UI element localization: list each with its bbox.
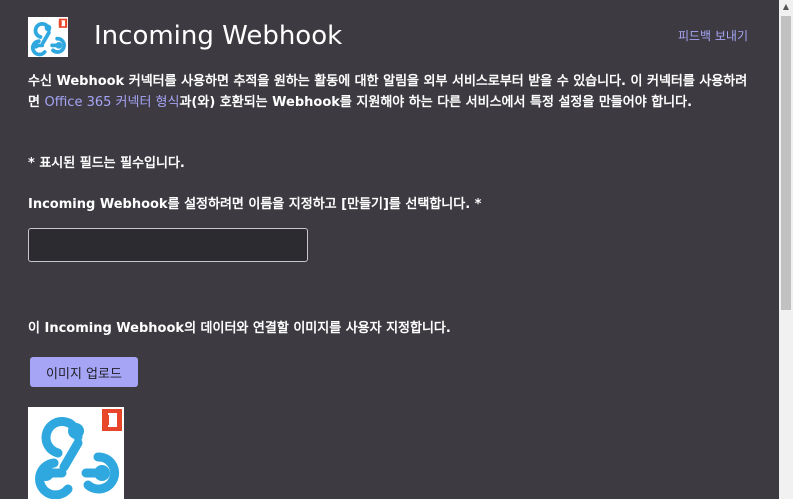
connector-config-page: Incoming Webhook 피드백 보내기 수신 Webhook 커넥터를… [0,0,793,499]
scroll-up-arrow-icon[interactable]: ▲ [779,0,793,14]
header: Incoming Webhook 피드백 보내기 [28,17,748,59]
webhook-image-preview-icon [28,407,124,499]
upload-image-button[interactable]: 이미지 업로드 [30,357,138,387]
webhook-logo-icon [28,17,68,57]
office365-connector-format-link[interactable]: Office 365 커넥터 형식 [45,95,180,110]
name-field-label: Incoming Webhook를 설정하려면 이름을 지정하고 [만들기]를 … [28,197,482,212]
vertical-scrollbar[interactable]: ▲ [779,0,793,499]
scrollbar-thumb[interactable] [781,16,791,310]
description-text-2: 과(와) 호환되는 Webhook를 지원해야 하는 다른 서비스에서 특정 설… [179,94,693,110]
send-feedback-link[interactable]: 피드백 보내기 [678,27,748,44]
connector-description: 수신 Webhook 커넥터를 사용하면 추적을 원하는 활동에 대한 알림을 … [28,72,748,113]
app-title: Incoming Webhook [94,21,343,51]
webhook-name-input[interactable] [28,228,308,262]
required-fields-note: * 표시된 필드는 필수입니다. [28,156,185,171]
image-section-label: 이 Incoming Webhook의 데이터와 연결할 이미지를 사용자 지정… [28,321,451,336]
